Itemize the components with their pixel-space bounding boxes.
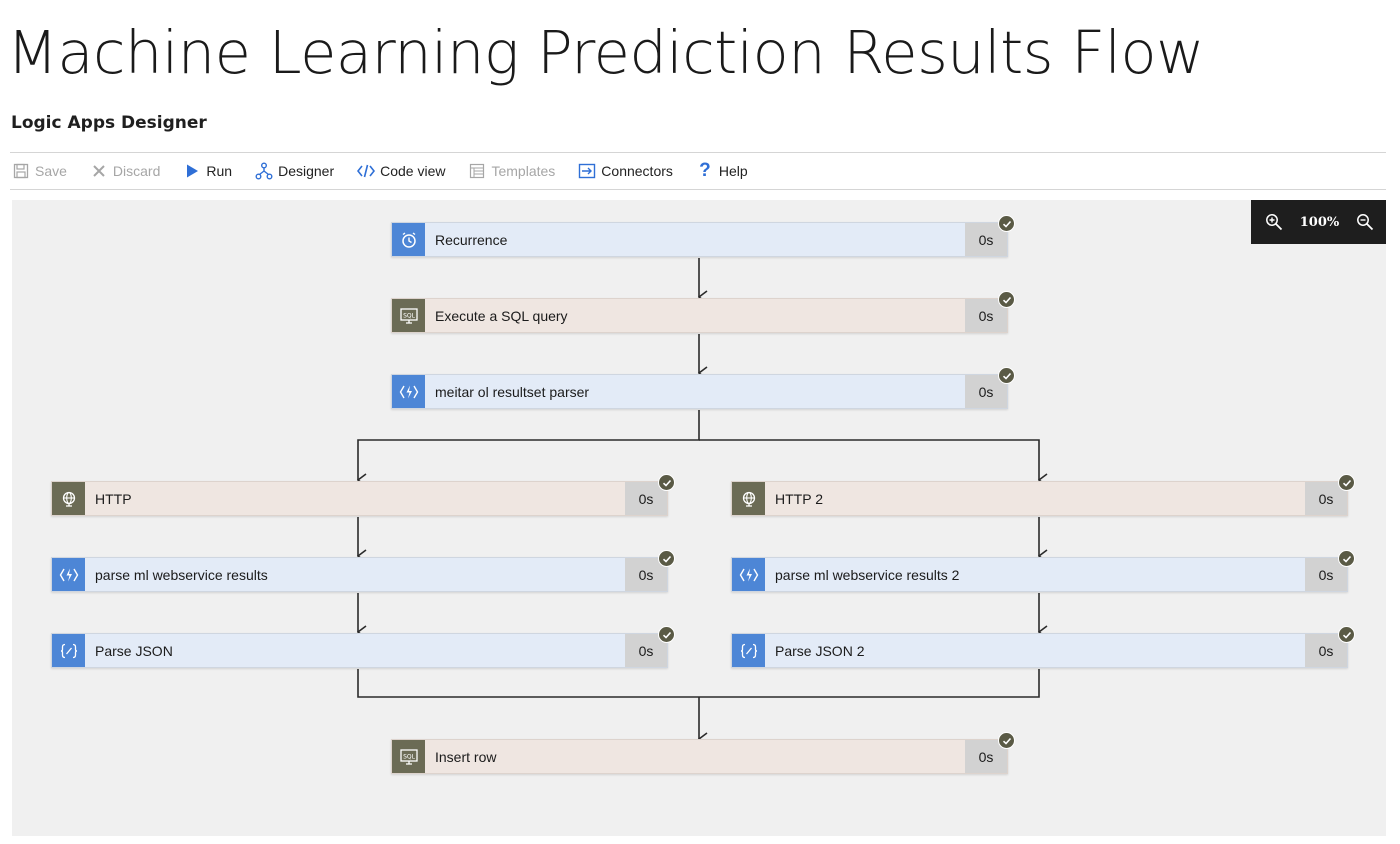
step-execute-sql-query[interactable]: SQL Execute a SQL query 0s [391,291,1015,333]
code-view-button[interactable]: Code view [355,153,456,189]
save-label: Save [35,163,67,179]
help-icon: ? [699,160,711,181]
templates-icon [468,162,486,180]
step-parse-json-2[interactable]: Parse JSON 2 0s [731,626,1355,668]
step-insert-row[interactable]: SQL Insert row 0s [391,732,1015,774]
step-label: Parse JSON 2 [775,642,865,659]
sql-icon: SQL [392,740,425,773]
discard-label: Discard [112,163,161,179]
designer-toolbar: Save Discard Run Designer Code view Temp… [10,152,1386,190]
step-label: HTTP 2 [775,490,823,507]
success-check-icon [1338,626,1355,643]
step-label: Execute a SQL query [435,307,568,324]
zoom-level: 100% [1299,214,1340,230]
help-button[interactable]: ? Help [694,153,759,189]
success-check-icon [998,367,1015,384]
step-recurrence[interactable]: Recurrence 0s [391,215,1015,257]
clock-icon [392,223,425,256]
step-parse-ml-results[interactable]: parse ml webservice results 0s [51,550,675,592]
run-icon [183,162,201,180]
svg-text:SQL: SQL [403,312,416,319]
function-icon [52,558,85,591]
discard-icon [90,162,108,180]
designer-subtitle: Logic Apps Designer [11,113,207,133]
step-label: parse ml webservice results 2 [775,566,960,583]
step-label: HTTP [95,490,132,507]
connectors-icon [578,162,596,180]
success-check-icon [658,550,675,567]
function-icon [392,375,425,408]
help-label: Help [718,163,748,179]
zoom-in-icon[interactable] [1264,212,1284,232]
step-parse-json[interactable]: Parse JSON 0s [51,626,675,668]
json-icon [732,634,765,667]
connectors-label: Connectors [601,163,673,179]
templates-button[interactable]: Templates [466,153,566,189]
sql-icon: SQL [392,299,425,332]
step-label: Recurrence [435,231,508,248]
templates-label: Templates [491,163,556,179]
step-label: parse ml webservice results [95,566,268,583]
page-title: Machine Learning Prediction Results Flow [7,18,1204,87]
zoom-control: 100% [1251,200,1386,244]
code-view-icon [357,162,376,180]
success-check-icon [998,215,1015,232]
step-label: Parse JSON [95,642,173,659]
designer-icon [255,162,273,180]
svg-text:SQL: SQL [403,753,416,760]
step-parse-ml-results-2[interactable]: parse ml webservice results 2 0s [731,550,1355,592]
success-check-icon [1338,550,1355,567]
save-icon [12,162,30,180]
connectors-button[interactable]: Connectors [576,153,684,189]
save-button[interactable]: Save [10,153,78,189]
success-check-icon [1338,474,1355,491]
globe-icon [52,482,85,515]
json-icon [52,634,85,667]
success-check-icon [998,732,1015,749]
success-check-icon [658,626,675,643]
discard-button[interactable]: Discard [88,153,171,189]
step-resultset-parser[interactable]: meitar ol resultset parser 0s [391,367,1015,409]
run-label: Run [206,163,233,179]
run-button[interactable]: Run [181,153,243,189]
code-view-label: Code view [380,163,446,179]
globe-icon [732,482,765,515]
designer-label: Designer [278,163,335,179]
designer-button[interactable]: Designer [253,153,345,189]
success-check-icon [998,291,1015,308]
step-http-2[interactable]: HTTP 2 0s [731,474,1355,516]
step-label: Insert row [435,748,497,765]
success-check-icon [658,474,675,491]
function-icon [732,558,765,591]
step-label: meitar ol resultset parser [435,383,590,400]
step-http[interactable]: HTTP 0s [51,474,675,516]
zoom-out-icon[interactable] [1355,212,1375,232]
